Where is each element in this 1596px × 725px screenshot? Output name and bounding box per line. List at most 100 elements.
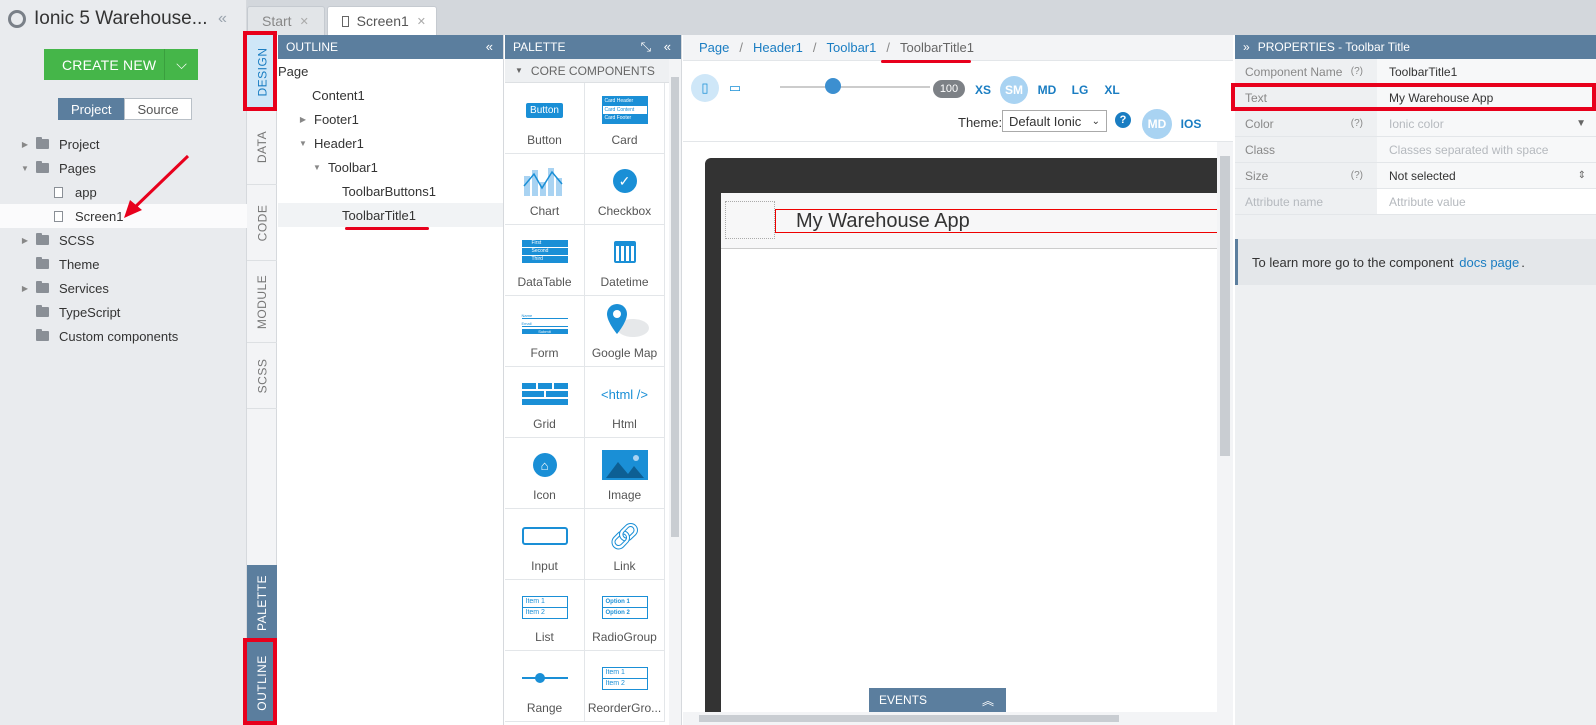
breadcrumb-toolbartitle1[interactable]: ToolbarTitle1	[900, 40, 974, 55]
expand-panel-icon[interactable]: »	[1243, 40, 1250, 54]
breakpoint-lg[interactable]: LG	[1066, 76, 1094, 104]
chevron-down-icon[interactable]: ⌵	[164, 49, 198, 80]
zoom-slider[interactable]	[780, 86, 930, 88]
breadcrumb-header1[interactable]: Header1	[753, 40, 803, 55]
canvas-scrollbar[interactable]	[1217, 142, 1233, 725]
breakpoint-sm[interactable]: SM	[1000, 76, 1028, 104]
vtab-data[interactable]: DATA	[247, 109, 277, 185]
palette-item-input[interactable]: Input	[505, 509, 585, 580]
palette-item-chart[interactable]: Chart	[505, 154, 585, 225]
outline-item-toolbarbuttons1[interactable]: ToolbarButtons1	[278, 179, 503, 203]
palette-item-icon[interactable]: ⌂ Icon	[505, 438, 585, 509]
palette-item-google-map[interactable]: Google Map	[585, 296, 665, 367]
outline-item-header1[interactable]: ▼ Header1	[278, 131, 503, 155]
palette-item-list[interactable]: Item 1 Item 2 List	[505, 580, 585, 651]
help-icon[interactable]: (?)	[1351, 66, 1363, 77]
palette-item-datetime[interactable]: Datetime	[585, 225, 665, 296]
card-icon-text: Card Header	[602, 97, 647, 106]
prop-key[interactable]: Attribute name	[1245, 195, 1323, 209]
segment-project[interactable]: Project	[58, 98, 125, 120]
help-icon[interactable]: (?)	[1351, 170, 1363, 181]
toolbar-buttons-placeholder[interactable]	[725, 201, 775, 239]
help-icon[interactable]: ?	[1115, 112, 1131, 128]
prop-value-input[interactable]: Classes separated with space	[1377, 137, 1596, 162]
outline-item-footer1[interactable]: ▶ Footer1	[278, 107, 503, 131]
vtab-code[interactable]: CODE	[247, 185, 277, 261]
vtab-palette[interactable]: PALETTE	[247, 565, 277, 641]
palette-item-checkbox[interactable]: ✓ Checkbox	[585, 154, 665, 225]
zoom-slider-knob[interactable]	[825, 78, 841, 94]
outline-item-toolbartitle1[interactable]: ToolbarTitle1	[278, 203, 503, 227]
breakpoint-xs[interactable]: XS	[969, 76, 997, 104]
prop-value-select[interactable]: Not selected ⇕	[1377, 163, 1596, 188]
palette-item-reordergroup[interactable]: Item 1 Item 2 ReorderGro...	[585, 651, 665, 722]
outline-item-toolbar1[interactable]: ▼ Toolbar1	[278, 155, 503, 179]
segment-source[interactable]: Source	[124, 98, 192, 120]
palette-label: Datetime	[600, 275, 649, 289]
collapse-panel-icon[interactable]: «	[664, 39, 671, 54]
breadcrumb-page[interactable]: Page	[699, 40, 729, 55]
docs-page-link[interactable]: docs page	[1459, 255, 1519, 270]
phone-icon[interactable]: ▯	[691, 74, 719, 102]
palette-section[interactable]: ▼ CORE COMPONENTS	[505, 59, 681, 83]
palette-label: Input	[531, 559, 558, 573]
tree-item-services[interactable]: ▶ Services	[0, 276, 247, 300]
tree-item-typescript[interactable]: TypeScript	[0, 300, 247, 324]
vtab-scss[interactable]: SCSS	[247, 343, 277, 409]
collapse-left-icon[interactable]: «	[218, 10, 227, 28]
canvas-hscrollbar[interactable]	[683, 712, 1217, 725]
palette-item-datatable[interactable]: First Second Third DataTable	[505, 225, 585, 296]
vertical-tabs: DESIGN DATA CODE MODULE SCSS PALETTE OUT…	[247, 35, 277, 725]
palette-item-link[interactable]: 🔗︎ Link	[585, 509, 665, 580]
theme-select[interactable]: Default Ionic ⌄	[1002, 110, 1107, 132]
scrollbar-thumb[interactable]	[699, 715, 1119, 722]
collapse-icon[interactable]: ▼	[515, 66, 523, 75]
create-new-button[interactable]: CREATE NEW ⌵	[44, 49, 198, 80]
palette-scrollbar[interactable]	[669, 59, 681, 725]
tab-screen1[interactable]: Screen1 ✕	[327, 6, 437, 35]
prop-value-input[interactable]: Attribute value	[1377, 189, 1596, 214]
tree-item-custom-components[interactable]: Custom components	[0, 324, 247, 348]
prop-value-input[interactable]: ToolbarTitle1	[1377, 59, 1596, 84]
palette-item-image[interactable]: Image	[585, 438, 665, 509]
expand-icon[interactable]: ▶	[298, 115, 308, 124]
vtab-module[interactable]: MODULE	[247, 261, 277, 343]
scrollbar-thumb[interactable]	[1220, 156, 1230, 456]
palette-item-card[interactable]: Card Header Card Content Card Footer Card	[585, 83, 665, 154]
tree-item-scss[interactable]: ▶ SCSS	[0, 228, 247, 252]
collapse-icon[interactable]: ▼	[312, 163, 322, 172]
palette-item-form[interactable]: Name Email Submit Form	[505, 296, 585, 367]
scrollbar-thumb[interactable]	[671, 77, 679, 537]
palette-item-grid[interactable]: Grid	[505, 367, 585, 438]
breadcrumb-toolbar1[interactable]: Toolbar1	[827, 40, 877, 55]
folder-icon	[36, 233, 49, 245]
expand-icon[interactable]: ▶	[20, 284, 30, 293]
mode-md[interactable]: MD	[1142, 109, 1172, 139]
list-icon-text: Item 2	[525, 608, 545, 616]
palette-item-range[interactable]: Range	[505, 651, 585, 722]
ion-toolbar[interactable]: My Warehouse App	[721, 193, 1233, 249]
image-icon	[601, 450, 649, 480]
palette-item-button[interactable]: Button Button	[505, 83, 585, 154]
toolbar-title[interactable]: My Warehouse App	[775, 209, 1233, 233]
palette-item-radiogroup[interactable]: Option 1 Option 2 RadioGroup	[585, 580, 665, 651]
breakpoint-md[interactable]: MD	[1033, 76, 1061, 104]
collapse-panel-icon[interactable]: «	[486, 39, 493, 54]
breakpoint-xl[interactable]: XL	[1098, 76, 1126, 104]
mode-ios[interactable]: IOS	[1176, 109, 1206, 139]
prop-value-select[interactable]: Ionic color ▼	[1377, 111, 1596, 136]
tree-item-theme[interactable]: Theme	[0, 252, 247, 276]
collapse-icon[interactable]: ▼	[20, 164, 30, 173]
expand-icon[interactable]: ⤡	[641, 39, 651, 55]
outline-item-content1[interactable]: Content1	[278, 83, 503, 107]
collapse-icon[interactable]: ▼	[298, 139, 308, 148]
outline-item-page[interactable]: Page	[278, 59, 503, 83]
close-icon[interactable]: ✕	[300, 15, 309, 28]
tablet-landscape-icon[interactable]: ▭	[721, 74, 749, 102]
palette-item-html[interactable]: <html /> Html	[585, 367, 665, 438]
events-panel-toggle[interactable]: EVENTS ︽	[869, 688, 1006, 712]
expand-icon[interactable]: ▶	[20, 140, 30, 149]
expand-icon[interactable]: ▶	[20, 236, 30, 245]
close-icon[interactable]: ✕	[417, 15, 426, 28]
help-icon[interactable]: (?)	[1351, 118, 1363, 129]
